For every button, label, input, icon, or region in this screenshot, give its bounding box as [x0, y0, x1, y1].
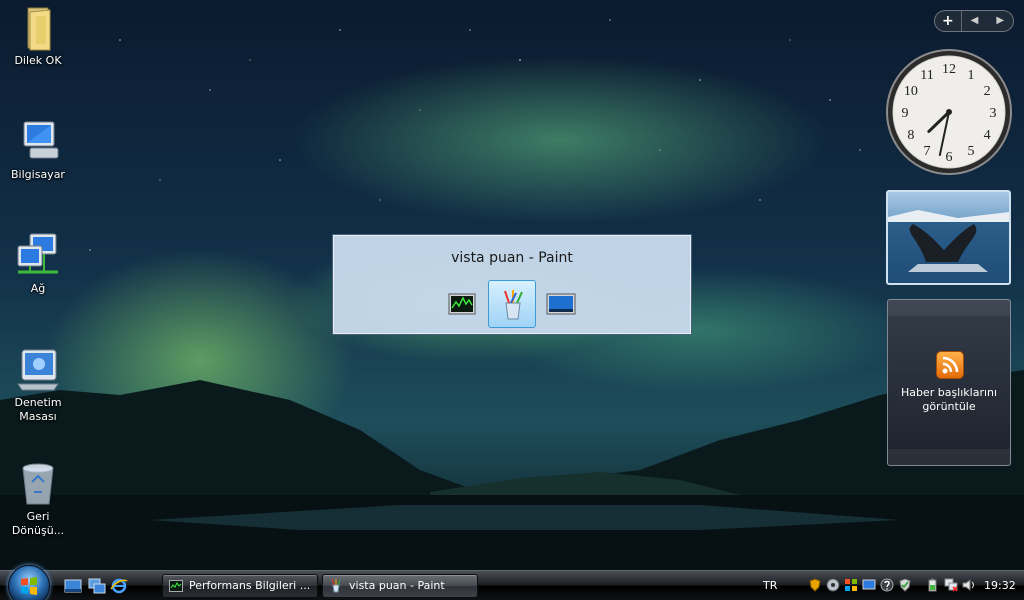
desktop-icon-label: Denetim Masası: [14, 396, 62, 423]
taskbar-button-label: vista puan - Paint: [349, 579, 445, 592]
power-battery-icon[interactable]: [926, 578, 940, 592]
performance-window-thumb[interactable]: [439, 280, 487, 328]
media-disc-icon[interactable]: [826, 578, 840, 592]
clock-numeral: 11: [920, 68, 933, 83]
desktop-icon-geri-donusum[interactable]: Geri Dönüşü...: [4, 460, 72, 538]
network-status-icon[interactable]: [944, 578, 958, 592]
security-shield-icon[interactable]: [808, 578, 822, 592]
taskbar-button-paint[interactable]: vista puan - Paint: [322, 574, 478, 598]
windows-logo-icon: [21, 577, 37, 595]
windows-flag-tray-icon[interactable]: [844, 578, 858, 592]
show-desktop-icon[interactable]: [64, 577, 82, 595]
window-switcher: vista puan - Paint: [332, 234, 692, 335]
internet-explorer-icon[interactable]: [110, 577, 128, 595]
desktop-icon-label: Ağ: [30, 282, 46, 295]
clock-numeral: 12: [942, 62, 956, 77]
taskbar-button-performance[interactable]: Performans Bilgileri ...: [162, 574, 318, 598]
taskbar-clock[interactable]: 19:32: [984, 579, 1016, 592]
clock-numeral: 4: [984, 128, 991, 143]
clock-numeral: 8: [907, 128, 914, 143]
performance-monitor-icon: [448, 293, 476, 315]
volume-speaker-icon[interactable]: [962, 578, 976, 592]
shield-check-icon[interactable]: [898, 578, 912, 592]
clock-numeral: 1: [968, 68, 975, 83]
rss-feed-icon: [936, 351, 964, 379]
add-gadget-button[interactable]: +: [935, 11, 962, 31]
clock-numeral: 2: [984, 84, 991, 99]
network-icon: [17, 233, 58, 274]
sidebar-prev-button[interactable]: ◀: [962, 11, 988, 31]
slideshow-gadget[interactable]: [886, 190, 1011, 285]
clock-gadget[interactable]: 12 12 3 45678 9 1011: [885, 48, 1013, 176]
paint-app-icon: [331, 579, 341, 593]
switch-windows-icon[interactable]: [88, 577, 106, 595]
switcher-title: vista puan - Paint: [451, 250, 573, 266]
paint-window-thumb[interactable]: [488, 280, 536, 328]
clock-numeral: 7: [924, 144, 931, 159]
start-button[interactable]: [8, 565, 50, 600]
recycle-bin-icon: [22, 463, 54, 505]
monitor-tray-icon[interactable]: [862, 578, 876, 592]
clock-numeral: 5: [968, 144, 975, 159]
paint-app-icon: [504, 290, 523, 320]
desktop-icon-bilgisayar[interactable]: Bilgisayar: [4, 118, 72, 182]
clock-numeral: 3: [990, 106, 997, 121]
clock-numeral: 10: [904, 84, 918, 99]
folder-icon: [27, 7, 51, 51]
desktop-icon-ag[interactable]: Ağ: [4, 232, 72, 296]
whale-tail-photo: [888, 210, 1009, 272]
desktop-icon-label: Bilgisayar: [11, 168, 65, 181]
control-panel-icon: [17, 349, 59, 391]
desktop-icon-denetim-masasi[interactable]: Denetim Masası: [4, 346, 72, 424]
desktop-preview-icon: [546, 293, 576, 315]
desktop-icon-label: Dilek OK: [14, 54, 62, 67]
clock-numeral: 9: [902, 106, 909, 121]
feed-headlines-gadget[interactable]: Haber başlıklarını görüntüle: [887, 299, 1011, 466]
taskbar: Performans Bilgileri ... vista puan - Pa…: [0, 565, 1024, 600]
language-indicator[interactable]: TR: [763, 579, 777, 592]
sidebar-controls: + ◀ ▶: [934, 10, 1014, 32]
desktop-icon-dilek-ok[interactable]: Dilek OK: [4, 4, 72, 68]
desktop-icon-label: Geri Dönüşü...: [11, 510, 65, 537]
clock-numeral: 6: [946, 150, 953, 165]
performance-monitor-icon: [169, 580, 183, 592]
desktop-thumb[interactable]: [537, 280, 585, 328]
help-question-icon[interactable]: [880, 578, 894, 592]
computer-icon: [23, 121, 59, 159]
taskbar-button-label: Performans Bilgileri ...: [189, 579, 311, 592]
sidebar-next-button[interactable]: ▶: [987, 11, 1013, 31]
feed-view-headlines-link[interactable]: Haber başlıklarını görüntüle: [892, 386, 1006, 414]
